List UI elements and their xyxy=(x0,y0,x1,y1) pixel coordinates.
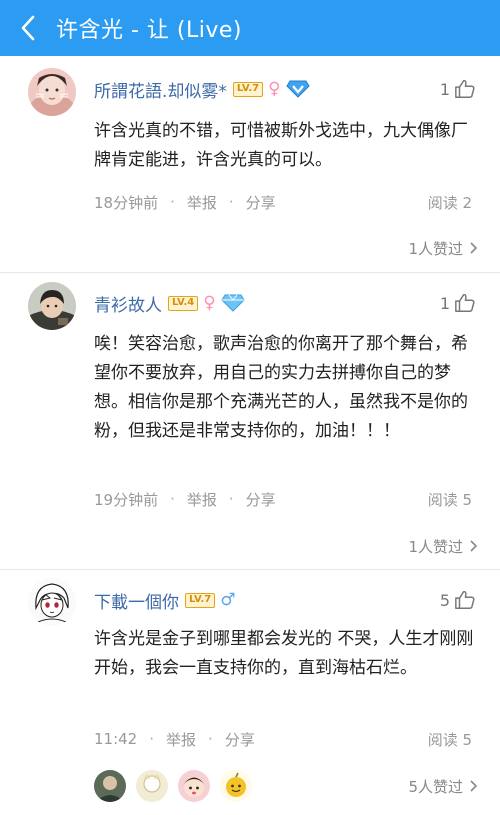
likers-link[interactable]: 5人赞过 xyxy=(408,774,478,798)
level-badge: LV.4 xyxy=(168,295,199,311)
female-icon: ♀ xyxy=(203,292,216,313)
like-count: 5 xyxy=(439,590,450,610)
like-count: 1 xyxy=(439,79,450,99)
chevron-left-icon xyxy=(21,15,35,41)
back-button[interactable] xyxy=(0,0,56,56)
comment-text: 许含光是金子到哪里都会发光的 不哭，人生才刚刚开始，我会一直支持你的，直到海枯石… xyxy=(94,629,474,678)
thumbs-up-icon xyxy=(455,293,475,312)
chevron-right-icon xyxy=(470,540,478,552)
avatar[interactable] xyxy=(28,68,76,116)
report-button[interactable]: 举报 xyxy=(187,192,217,213)
chevron-right-icon xyxy=(470,242,478,254)
comment-time: 19分钟前 xyxy=(94,490,159,509)
likers-count: 1人赞过 xyxy=(408,239,463,258)
separator-dot: · xyxy=(170,490,175,508)
comment-text: 许含光真的不错，可惜被斯外戈选中，九大偶像厂牌肯定能进，许含光真的可以。 xyxy=(94,121,468,170)
likers-count: 1人赞过 xyxy=(408,537,463,556)
liker-avatar[interactable] xyxy=(178,770,210,802)
female-icon: ♀ xyxy=(268,78,281,99)
avatar[interactable] xyxy=(28,578,76,626)
chevron-right-icon xyxy=(470,780,478,792)
top-bar: 许含光 - 让 (Live) xyxy=(0,0,500,56)
report-button[interactable]: 举报 xyxy=(166,729,196,750)
comment-time: 11:42 xyxy=(94,730,138,748)
liker-avatar[interactable] xyxy=(94,770,126,802)
share-button[interactable]: 分享 xyxy=(246,489,276,510)
like-button[interactable]: 1 xyxy=(440,289,476,317)
thumbs-up-icon xyxy=(455,590,475,609)
vip-diamond-icon xyxy=(221,294,245,312)
comment-item: 青衫故人 LV.4 ♀ 1 唉！笑容治愈，歌声治愈的你离开了那个舞台，希望你不要… xyxy=(0,273,500,569)
likers-link[interactable]: 1人赞过 xyxy=(408,236,478,260)
comment-item: 下載一個你 LV.7 ♂ 5 许含光是金子到哪里都会发光的 不哭，人生才刚刚开始… xyxy=(0,570,500,815)
read-count: 阅读 5 xyxy=(427,490,472,509)
like-count: 1 xyxy=(439,293,450,313)
comment-item: 所謂花語.却似雾* LV.7 ♀ 1 许含光真的不错，可惜被斯外戈选中，九大偶像… xyxy=(0,56,500,274)
vip-diamond-icon xyxy=(285,80,310,98)
likers-count: 5人赞过 xyxy=(408,777,463,796)
share-button[interactable]: 分享 xyxy=(225,729,255,750)
username[interactable]: 所謂花語.却似雾* xyxy=(94,77,227,102)
username[interactable]: 青衫故人 xyxy=(94,291,162,316)
like-button[interactable]: 5 xyxy=(440,586,476,614)
separator-dot: · xyxy=(170,193,175,211)
report-button[interactable]: 举报 xyxy=(187,489,217,510)
liker-avatar[interactable] xyxy=(136,770,168,802)
level-badge: LV.7 xyxy=(185,592,216,608)
liker-avatars xyxy=(94,770,252,802)
page-title: 许含光 - 让 (Live) xyxy=(56,18,243,43)
like-button[interactable]: 1 xyxy=(440,75,476,103)
separator-dot: · xyxy=(208,730,213,748)
liker-avatar[interactable] xyxy=(220,770,252,802)
comment-time: 18分钟前 xyxy=(94,193,159,212)
avatar[interactable] xyxy=(28,282,76,330)
username[interactable]: 下載一個你 xyxy=(94,588,179,613)
separator-dot: · xyxy=(149,730,155,748)
level-badge: LV.7 xyxy=(232,81,264,97)
read-count: 阅读 5 xyxy=(427,730,472,749)
comment-text: 唉！笑容治愈，歌声治愈的你离开了那个舞台，希望你不要放弃，用自己的实力去拼搏你自… xyxy=(94,334,468,441)
read-count: 阅读 2 xyxy=(427,193,472,212)
separator-dot: · xyxy=(228,490,234,508)
share-button[interactable]: 分享 xyxy=(246,192,276,213)
thumbs-up-icon xyxy=(455,79,475,98)
male-icon: ♂ xyxy=(220,589,236,610)
likers-link[interactable]: 1人赞过 xyxy=(408,534,478,558)
separator-dot: · xyxy=(228,193,234,211)
